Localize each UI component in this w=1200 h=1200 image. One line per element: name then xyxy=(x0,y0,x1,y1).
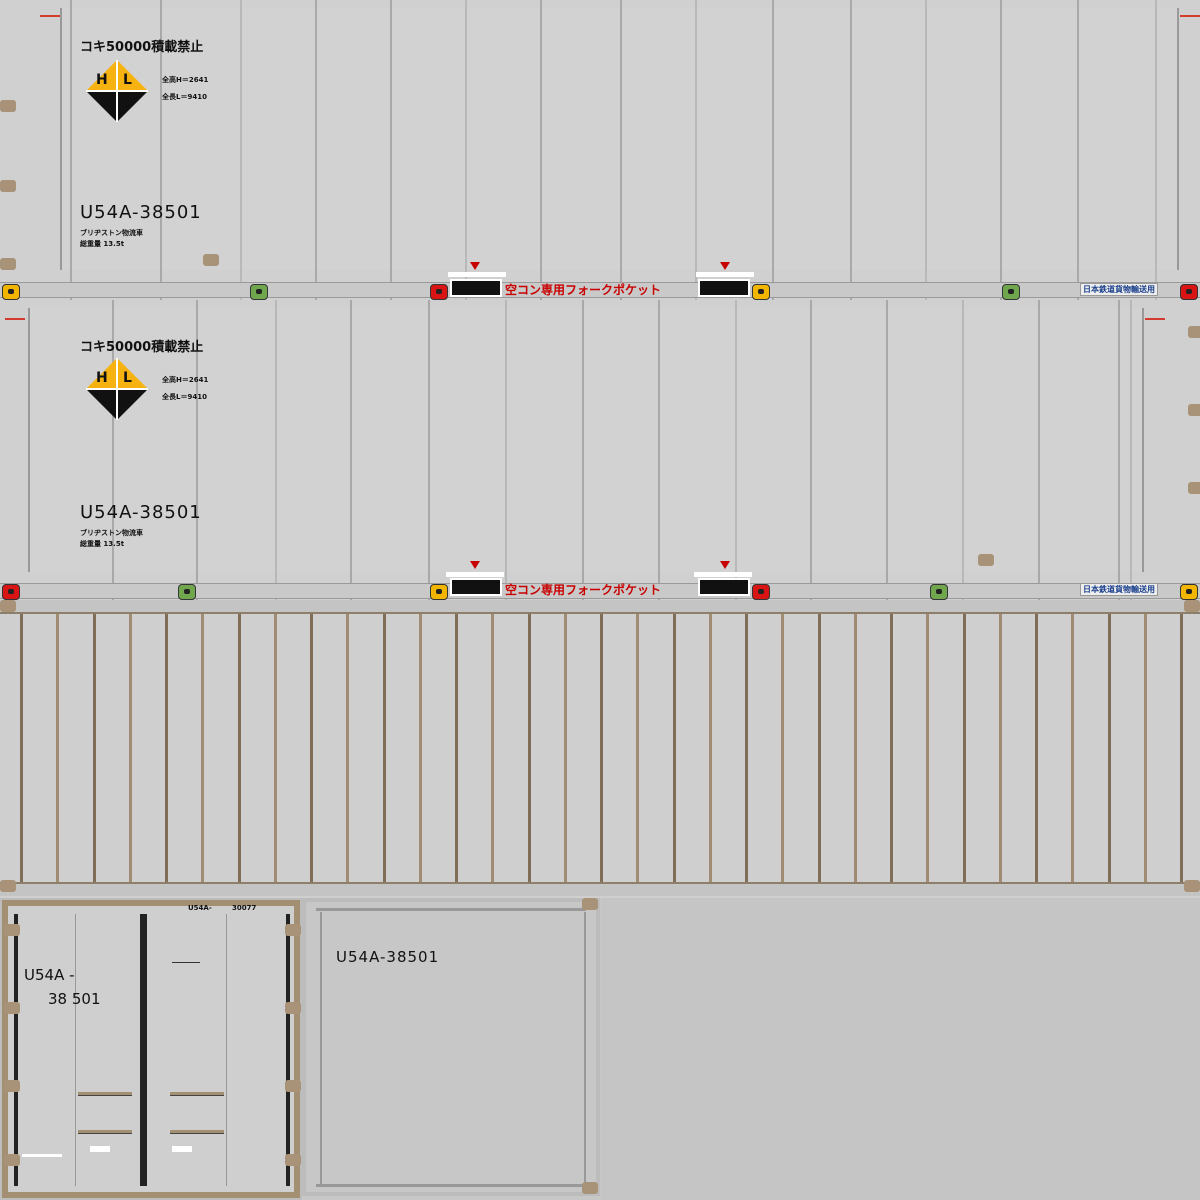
door-small-id-a: U54A- xyxy=(188,904,212,912)
height-text: 全高H＝2641 xyxy=(162,76,209,84)
roof-rib xyxy=(56,614,60,882)
roof-rib xyxy=(128,614,132,882)
roof-rib xyxy=(201,614,205,882)
fork-pocket xyxy=(450,279,502,297)
corner-fitting xyxy=(430,584,448,600)
corner-fitting xyxy=(752,284,770,300)
roof-rib xyxy=(346,614,350,882)
fork-pocket-text: 空コン専用フォークポケット xyxy=(505,583,662,597)
roof-rib xyxy=(1143,614,1147,882)
roof-rib xyxy=(636,614,640,882)
roof-rib xyxy=(600,614,603,882)
corner-fitting xyxy=(930,584,948,600)
corner-fitting xyxy=(1180,284,1198,300)
fork-pocket xyxy=(698,578,750,596)
corner-fitting xyxy=(178,584,196,600)
roof-rib xyxy=(1180,614,1183,882)
roof-rib xyxy=(20,614,23,882)
corner-fitting xyxy=(2,284,20,300)
warning-text: コキ50000積載禁止 xyxy=(80,340,204,355)
side-panel-1: コキ50000積載禁止 H L 全高H＝2641 全長L＝9410 U54A-3… xyxy=(0,0,1200,300)
roof-panel xyxy=(0,600,1200,898)
length-text: 全長L＝9410 xyxy=(162,393,207,401)
corner-fitting xyxy=(430,284,448,300)
hl-marking-icon: H L xyxy=(86,358,148,420)
roof-rib xyxy=(310,614,313,882)
roof-rib xyxy=(165,614,168,882)
door-end: U54A - 38 501 U54A- 30077 xyxy=(0,898,302,1200)
roof-rib xyxy=(92,614,96,882)
front-end: U54A-38501 xyxy=(302,898,602,1200)
door-handle[interactable] xyxy=(170,1092,224,1096)
gross-weight-text: 総重量 13.5t xyxy=(80,540,125,548)
roof-rib xyxy=(962,614,966,882)
roof-rib xyxy=(781,614,785,882)
roof-rib xyxy=(1071,614,1075,882)
corner-fitting xyxy=(2,584,20,600)
corner-fitting xyxy=(752,584,770,600)
door-id-line2: 38 501 xyxy=(48,990,101,1008)
roof-rib xyxy=(672,614,676,882)
door-handle[interactable] xyxy=(78,1130,132,1134)
roof-rib xyxy=(418,614,422,882)
jr-text: 日本鉄道貨物輸送用 xyxy=(1080,283,1158,296)
door-id-line1: U54A - xyxy=(24,966,75,984)
roof-rib xyxy=(237,614,241,882)
door-handle[interactable] xyxy=(78,1092,132,1096)
roof-rib xyxy=(273,614,277,882)
roof-rib xyxy=(998,614,1002,882)
roof-rib xyxy=(745,614,748,882)
front-container-id: U54A-38501 xyxy=(336,948,440,966)
corner-fitting xyxy=(1002,284,1020,300)
roof-rib xyxy=(455,614,458,882)
jr-text: 日本鉄道貨物輸送用 xyxy=(1080,583,1158,596)
fork-pocket-text: 空コン専用フォークポケット xyxy=(505,283,662,297)
roof-rib xyxy=(1035,614,1038,882)
door-handle[interactable] xyxy=(170,1130,224,1134)
fork-pocket xyxy=(698,279,750,297)
hl-marking-icon: H L xyxy=(86,60,148,122)
roof-rib xyxy=(926,614,930,882)
roof-rib xyxy=(817,614,821,882)
roof-rib xyxy=(853,614,857,882)
owner-text: ブリヂストン物流車 xyxy=(80,229,143,237)
warning-text: コキ50000積載禁止 xyxy=(80,40,204,55)
roof-rib xyxy=(491,614,495,882)
door-small-id-b: 30077 xyxy=(232,904,257,912)
height-text: 全高H＝2641 xyxy=(162,376,209,384)
owner-text: ブリヂストン物流車 xyxy=(80,529,143,537)
corner-fitting xyxy=(1180,584,1198,600)
roof-rib xyxy=(563,614,567,882)
roof-rib xyxy=(1107,614,1111,882)
length-text: 全長L＝9410 xyxy=(162,93,207,101)
roof-rib xyxy=(527,614,531,882)
corner-fitting xyxy=(250,284,268,300)
container-id: U54A-38501 xyxy=(80,502,202,523)
roof-corrugation xyxy=(20,614,1183,882)
fork-pocket xyxy=(450,578,502,596)
gross-weight-text: 総重量 13.5t xyxy=(80,240,125,248)
container-id: U54A-38501 xyxy=(80,202,202,223)
side-panel-2: コキ50000積載禁止 H L 全高H＝2641 全長L＝9410 U54A-3… xyxy=(0,300,1200,600)
roof-rib xyxy=(890,614,893,882)
roof-rib xyxy=(708,614,712,882)
roof-rib xyxy=(382,614,386,882)
